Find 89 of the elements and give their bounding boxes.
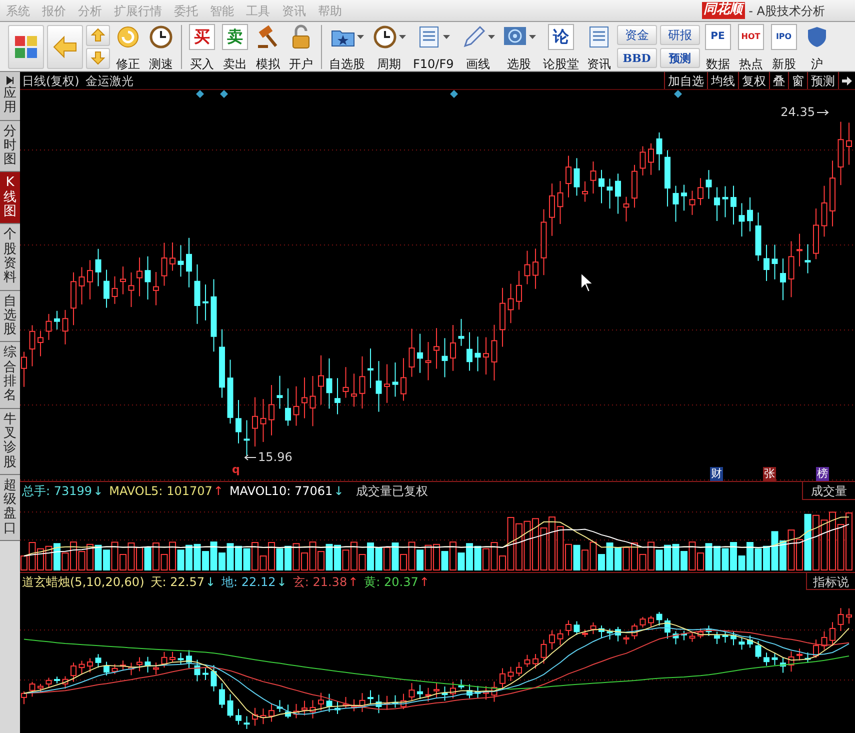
legend-value: 天: 22.57 bbox=[150, 574, 204, 590]
toolbar-button[interactable]: PE 数据 bbox=[702, 24, 733, 70]
down-button[interactable] bbox=[86, 48, 110, 68]
trend-arrow: ↓ bbox=[334, 483, 344, 500]
toolbar-button[interactable]: F10/F9 bbox=[411, 24, 456, 70]
right-arrow-icon bbox=[842, 76, 852, 86]
glyph-icon: HOT bbox=[738, 24, 764, 50]
toolbar-button[interactable]: HOT 热点 bbox=[736, 24, 766, 70]
left-arrow-icon bbox=[52, 34, 78, 60]
legend-value: MAVOL5: 101707 bbox=[109, 483, 212, 500]
glyph-icon: 论 bbox=[548, 24, 574, 50]
clock-icon bbox=[148, 24, 174, 50]
high-price-label: 24.35 bbox=[780, 104, 815, 121]
legend-value: 黄: 20.37 bbox=[364, 574, 418, 590]
event-badge[interactable]: 榜 bbox=[816, 467, 829, 481]
chart-tool-button[interactable]: 加自选 bbox=[664, 72, 707, 89]
low-price-label: 15.96 bbox=[258, 449, 292, 466]
toolbar-button[interactable]: 买 买入 bbox=[187, 24, 217, 70]
side-tab[interactable]: 牛叉诊股 bbox=[0, 408, 20, 475]
chart-tool-button[interactable]: 叠 bbox=[769, 72, 788, 89]
glyph-icon: PE bbox=[704, 24, 731, 50]
refresh-icon bbox=[115, 24, 141, 50]
glyph-icon: 卖 bbox=[222, 24, 248, 50]
diamond-icon bbox=[220, 90, 228, 98]
up-arrow-icon bbox=[91, 28, 105, 42]
toolbar-button[interactable]: 预测 bbox=[660, 48, 700, 68]
arrow-icon bbox=[817, 108, 829, 116]
diamond-icon bbox=[450, 90, 458, 98]
down-arrow-icon bbox=[91, 51, 105, 65]
legend-value: 地: 22.12 bbox=[222, 574, 276, 590]
color-grid-icon bbox=[13, 34, 39, 60]
expand-icon bbox=[6, 76, 14, 85]
trend-arrow: ↓ bbox=[205, 574, 216, 590]
toolbar-button[interactable]: 沪 bbox=[802, 24, 832, 70]
legend-value: 玄: 21.38 bbox=[292, 574, 348, 590]
toolbar-button[interactable]: 周期 bbox=[370, 24, 408, 70]
chart-tool-button[interactable]: 预测 bbox=[807, 72, 838, 89]
trend-arrow: ↓ bbox=[93, 483, 104, 500]
toolbar-button[interactable]: 选股 bbox=[500, 24, 538, 70]
toolbar-button[interactable]: 自选股 bbox=[327, 24, 367, 70]
volume-button[interactable]: 成交量 bbox=[802, 482, 855, 500]
chart-tool-button[interactable]: 复权 bbox=[738, 72, 769, 89]
diamond-icon bbox=[674, 90, 682, 98]
side-tab[interactable]: 超级盘口 bbox=[0, 474, 20, 542]
side-tab[interactable]: K线图 bbox=[0, 172, 20, 224]
side-tab[interactable]: 个股资料 bbox=[0, 224, 20, 291]
stock-name: 金运激光 bbox=[85, 72, 134, 90]
toolbar-button[interactable]: 测速 bbox=[146, 24, 176, 70]
toolbar-button[interactable]: BBD bbox=[616, 48, 657, 68]
toolbar-button[interactable]: 开户 bbox=[286, 24, 316, 70]
back-button[interactable] bbox=[47, 24, 83, 68]
side-tab[interactable]: 自选股 bbox=[0, 290, 20, 342]
cursor-icon bbox=[580, 272, 594, 293]
side-tab[interactable]: 综合排名 bbox=[0, 342, 20, 409]
event-badge[interactable]: 张 bbox=[763, 467, 776, 481]
toolbar-button[interactable]: 卖 卖出 bbox=[220, 24, 250, 70]
signal-marker: q bbox=[232, 464, 240, 475]
indicator-help-button[interactable]: 指标说 bbox=[806, 573, 855, 590]
chart-tool-button[interactable]: 均线 bbox=[707, 72, 738, 89]
up-button[interactable] bbox=[86, 24, 110, 46]
toolbar-button[interactable]: 论 论股堂 bbox=[540, 24, 581, 70]
toolbar-button[interactable]: 修正 bbox=[113, 24, 143, 70]
side-tab[interactable]: 应用 bbox=[0, 72, 20, 121]
indicator-name: 道玄蜡烛(5,10,20,60) bbox=[22, 574, 144, 590]
event-badge[interactable]: 财 bbox=[710, 467, 723, 481]
trend-arrow: ↑ bbox=[348, 574, 358, 590]
toolbar-button[interactable]: 资讯 bbox=[584, 24, 614, 70]
trend-arrow: ↑ bbox=[419, 574, 430, 590]
volume-note: 成交量已复权 bbox=[356, 483, 428, 500]
toolbar-button[interactable]: 研报 bbox=[660, 25, 700, 45]
window-title: - A股技术分析 bbox=[748, 2, 825, 20]
side-tab[interactable]: 分时图 bbox=[0, 120, 20, 172]
glyph-icon: 买 bbox=[189, 24, 215, 50]
chart-tool-button[interactable]: 窗 bbox=[788, 72, 807, 89]
toolbar-button[interactable]: 画线 bbox=[458, 24, 497, 70]
legend-value: 总手: 73199 bbox=[22, 483, 92, 500]
clock-icon bbox=[372, 24, 398, 50]
home-button[interactable] bbox=[8, 24, 44, 68]
legend-value: MAVOL10: 77061 bbox=[229, 483, 333, 500]
arrow-icon bbox=[244, 454, 256, 460]
glyph-icon: IPO bbox=[770, 24, 797, 50]
toolbar-button[interactable]: 模拟 bbox=[253, 24, 283, 70]
chart-period: 日线(复权) bbox=[22, 72, 80, 90]
brand-logo: 同花顺 bbox=[702, 2, 745, 19]
trend-arrow: ↓ bbox=[276, 574, 287, 590]
toolbar-button[interactable]: 资金 bbox=[616, 25, 657, 45]
diamond-icon bbox=[196, 90, 204, 98]
trend-arrow: ↑ bbox=[213, 483, 224, 500]
toolbar-button[interactable]: IPO 新股 bbox=[768, 24, 799, 70]
